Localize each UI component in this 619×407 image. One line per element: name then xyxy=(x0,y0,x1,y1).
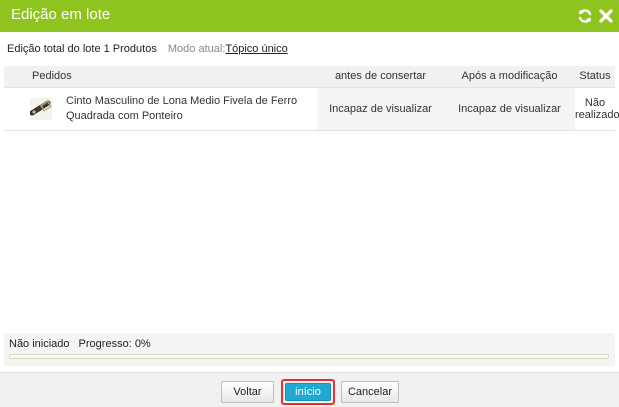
cancel-button[interactable]: Cancelar xyxy=(341,381,399,403)
mode-link[interactable]: Tópico único xyxy=(225,43,287,55)
dialog-title: Edição em lote xyxy=(11,6,111,23)
column-header-status: Status xyxy=(575,66,615,88)
refresh-icon[interactable] xyxy=(576,7,594,25)
before-value: Incapaz de visualizar xyxy=(317,87,444,131)
table-header-row: Pedidos antes de consertar Após a modifi… xyxy=(4,66,615,88)
progress-label: Progresso: xyxy=(78,338,132,350)
after-value: Incapaz de visualizar xyxy=(444,87,575,131)
status-value: Não realizado xyxy=(575,87,619,131)
back-button[interactable]: Voltar xyxy=(221,381,274,403)
progress-state: Não iniciado xyxy=(9,338,70,350)
column-header-before: antes de consertar xyxy=(317,66,444,88)
progress-value: 0% xyxy=(134,338,151,350)
progress-bar xyxy=(9,354,609,359)
progress-text: Não iniciado Progresso: 0% xyxy=(9,338,151,350)
column-header-after: Após a modificação xyxy=(444,66,575,88)
batch-summary: Edição total do lote 1 Produtos Modo atu… xyxy=(7,43,288,55)
mode-label: Modo atual: xyxy=(167,43,226,55)
product-cell: Cinto Masculino de Lona Medio Fivela de … xyxy=(4,87,317,131)
table-row: Cinto Masculino de Lona Medio Fivela de … xyxy=(4,87,619,131)
product-name: Cinto Masculino de Lona Medio Fivela de … xyxy=(66,94,298,122)
dialog-footer: Voltar início Cancelar xyxy=(0,372,619,407)
products-table: Pedidos antes de consertar Após a modifi… xyxy=(4,66,619,131)
dialog-titlebar: Edição em lote xyxy=(0,0,619,32)
progress-panel: Não iniciado Progresso: 0% xyxy=(4,333,615,366)
column-header-pedidos: Pedidos xyxy=(4,66,317,88)
product-thumbnail xyxy=(29,97,52,120)
start-button[interactable]: início xyxy=(285,383,331,401)
close-icon[interactable] xyxy=(597,7,615,25)
batch-summary-text: Edição total do lote 1 Produtos xyxy=(7,43,157,55)
